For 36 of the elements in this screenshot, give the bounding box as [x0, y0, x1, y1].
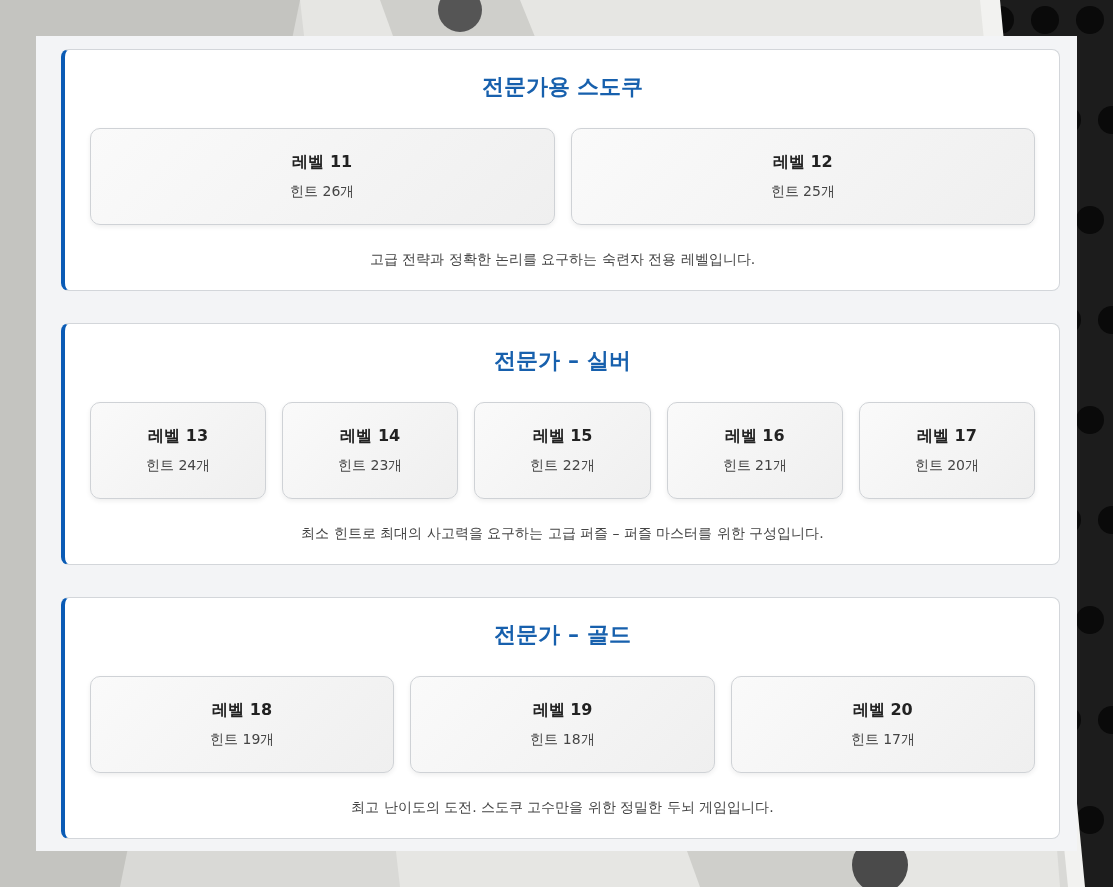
hint-count: 힌트 22개 — [530, 457, 595, 475]
section-description: 최고 난이도의 도전. 스도쿠 고수만을 위한 정밀한 두뇌 게임입니다. — [350, 799, 775, 817]
level-card[interactable]: 레벨 20 힌트 17개 — [730, 676, 1035, 773]
level-name: 레벨 18 — [212, 700, 273, 721]
section-description: 최소 힌트로 최대의 사고력을 요구하는 고급 퍼즐 – 퍼즐 마스터를 위한 구성입니다. — [300, 525, 825, 543]
level-card[interactable]: 레벨 15 힌트 22개 — [474, 402, 651, 499]
section-description: 고급 전략과 정확한 논리를 요구하는 숙련자 전용 레벨입니다. — [368, 251, 757, 269]
level-name: 레벨 16 — [724, 426, 785, 447]
level-name: 레벨 11 — [292, 152, 353, 173]
section-title: 전문가 – 골드 — [493, 621, 632, 649]
level-card[interactable]: 레벨 17 힌트 20개 — [858, 402, 1035, 499]
hint-count: 힌트 25개 — [770, 183, 835, 201]
level-name: 레벨 17 — [916, 426, 977, 447]
level-card[interactable]: 레벨 12 힌트 25개 — [570, 128, 1035, 225]
hint-count: 힌트 18개 — [530, 731, 595, 749]
level-card[interactable]: 레벨 13 힌트 24개 — [90, 402, 267, 499]
section-title: 전문가 – 실버 — [493, 347, 632, 375]
hint-count: 힌트 24개 — [145, 457, 211, 475]
hint-count: 힌트 20개 — [914, 457, 979, 475]
hint-count: 힌트 26개 — [290, 183, 355, 201]
hint-count: 힌트 21개 — [722, 457, 787, 475]
hint-count: 힌트 17개 — [850, 731, 915, 749]
level-name: 레벨 19 — [532, 700, 593, 721]
level-name: 레벨 12 — [772, 152, 833, 173]
level-name: 레벨 14 — [340, 426, 401, 447]
level-card[interactable]: 레벨 14 힌트 23개 — [282, 402, 459, 499]
hint-count: 힌트 23개 — [338, 457, 403, 475]
hint-count: 힌트 19개 — [210, 731, 275, 749]
section-title: 전문가용 스도쿠 — [480, 73, 645, 101]
level-card[interactable]: 레벨 16 힌트 21개 — [666, 402, 843, 499]
level-name: 레벨 13 — [148, 426, 208, 447]
level-name: 레벨 20 — [852, 700, 913, 721]
level-name: 레벨 15 — [532, 426, 593, 447]
level-card[interactable]: 레벨 18 힌트 19개 — [90, 676, 395, 773]
level-card[interactable]: 레벨 11 힌트 26개 — [90, 128, 555, 225]
level-card[interactable]: 레벨 19 힌트 18개 — [410, 676, 715, 773]
